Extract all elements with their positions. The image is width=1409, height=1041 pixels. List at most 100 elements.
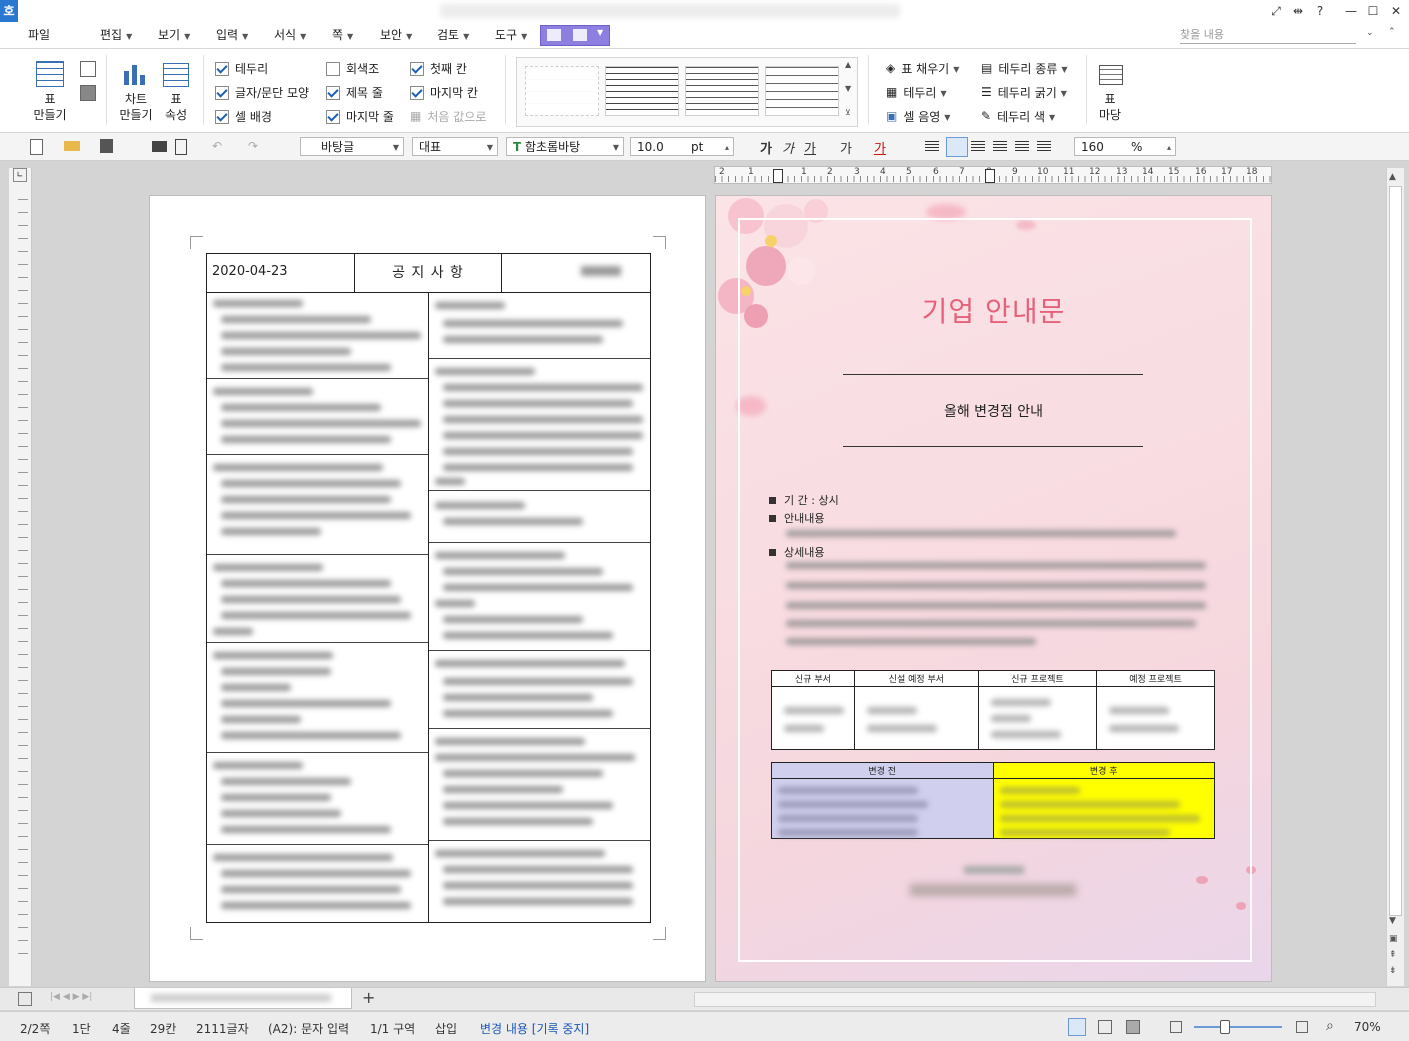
table-make-label[interactable]: 표 만들기 xyxy=(30,91,70,123)
table-madang-icon[interactable] xyxy=(1099,65,1123,85)
split-icon[interactable]: ⇹ xyxy=(1287,3,1309,19)
border-button[interactable]: ▦ 테두리 ▼ xyxy=(886,84,947,102)
menu-tools[interactable]: 도구 ▼ xyxy=(495,26,527,44)
font-select[interactable]: T 함초롬바탕 ▼ xyxy=(506,137,624,156)
gallery-up-icon[interactable]: ▲ xyxy=(845,60,851,69)
language-select[interactable]: 대표 ▼ xyxy=(412,137,498,156)
border-weight-button[interactable]: ☰ 테두리 굵기 ▼ xyxy=(981,84,1067,102)
status-zoom[interactable]: 70% xyxy=(1354,1020,1381,1034)
align-left-icon[interactable] xyxy=(946,137,968,157)
check-char-para[interactable]: 글자/문단 모양 xyxy=(215,84,309,101)
department-table[interactable]: 신규 부서 신설 예정 부서 신규 프로젝트 예정 프로젝트 xyxy=(771,670,1216,750)
bold-button[interactable]: 가 xyxy=(760,138,772,157)
menu-view[interactable]: 보기 ▼ xyxy=(158,26,190,44)
save-icon[interactable] xyxy=(100,139,113,153)
table-style-4[interactable] xyxy=(765,66,839,116)
ribbon-collapse-icon[interactable]: ⌃ xyxy=(1388,27,1396,37)
add-tab-icon[interactable]: + xyxy=(362,988,375,1007)
menu-page[interactable]: 쪽 ▼ xyxy=(332,26,353,44)
undo-icon[interactable]: ↶ xyxy=(212,139,222,153)
border-type-button[interactable]: ▤ 테두리 종류 ▼ xyxy=(981,60,1068,78)
distribute-icon[interactable] xyxy=(1015,141,1029,151)
check-title-row[interactable]: 제목 줄 xyxy=(326,84,383,101)
line-spacing-input[interactable]: 160% ▴ xyxy=(1074,137,1176,156)
zoom-slider-thumb[interactable] xyxy=(1220,1020,1230,1034)
italic-button[interactable]: 가 xyxy=(782,138,794,157)
table-design-tab[interactable]: ▼ xyxy=(540,25,610,46)
menu-format[interactable]: 서식 ▼ xyxy=(274,26,306,44)
checkbox-icon[interactable] xyxy=(326,109,340,124)
table-style-2[interactable] xyxy=(605,66,679,116)
open-folder-icon[interactable] xyxy=(64,141,80,151)
underline-button[interactable]: 가 xyxy=(804,138,816,157)
style-select[interactable]: 바탕글 ▼ xyxy=(300,137,404,156)
change-table[interactable]: 변경 전 변경 후 xyxy=(771,762,1215,839)
check-cell-bg[interactable]: 셀 배경 xyxy=(215,108,272,125)
tab-nav-icons[interactable]: |◀ ◀ ▶ ▶| xyxy=(50,992,92,1002)
notice-table[interactable]: 2020-04-23 공 지 사 항 xyxy=(206,253,651,923)
status-track-changes[interactable]: 변경 내용 [기록 중지] xyxy=(480,1020,589,1037)
chart-icon[interactable] xyxy=(124,63,148,85)
menu-edit[interactable]: 편집 ▼ xyxy=(100,26,132,44)
strikethrough-button[interactable]: 가 xyxy=(840,138,852,157)
align-right-icon[interactable] xyxy=(993,141,1007,151)
check-first-col[interactable]: 첫째 칸 xyxy=(410,60,467,77)
zoom-slider[interactable] xyxy=(1194,1026,1282,1028)
scroll-up-icon[interactable]: ▲ xyxy=(1389,172,1396,182)
horizontal-ruler[interactable]: 2 1 1 2 3 4 5 6 7 8 9 10 11 12 13 14 15 … xyxy=(714,166,1272,184)
page-flyer[interactable]: 기업 안내문 올해 변경점 안내 기 간 : 상시 안내내용 상세내용 신규 부… xyxy=(715,195,1272,982)
horizontal-scrollbar[interactable] xyxy=(694,992,1376,1007)
zoom-out-icon[interactable] xyxy=(1170,1021,1182,1033)
indent-marker-icon[interactable] xyxy=(773,169,783,183)
checkbox-icon[interactable] xyxy=(215,85,229,100)
scroll-down-icon[interactable]: ▼ xyxy=(1389,916,1396,926)
next-page-icon[interactable]: ⇟ xyxy=(1389,966,1397,976)
table-madang-label[interactable]: 표 마당 xyxy=(1092,91,1128,123)
check-last-col[interactable]: 마지막 칸 xyxy=(410,84,478,101)
document-tab[interactable] xyxy=(134,988,352,1009)
view-fit-page-icon[interactable] xyxy=(1126,1020,1140,1034)
redo-icon[interactable]: ↷ xyxy=(248,139,258,153)
check-border[interactable]: 테두리 xyxy=(215,60,268,77)
page-notice[interactable]: 2020-04-23 공 지 사 항 xyxy=(149,195,706,982)
cell-shade-button[interactable]: ▣ 셀 음영 ▼ xyxy=(886,108,950,126)
gallery-more-icon[interactable]: ⊻ xyxy=(845,108,851,117)
view-fit-width-icon[interactable] xyxy=(1098,1020,1112,1034)
checkbox-icon[interactable] xyxy=(215,109,229,124)
table-icon[interactable] xyxy=(36,61,64,87)
app-logo-icon[interactable]: 호 xyxy=(0,0,18,22)
menu-insert[interactable]: 입력 ▼ xyxy=(216,26,248,44)
print-icon[interactable] xyxy=(152,141,167,152)
align-center-icon[interactable] xyxy=(971,141,985,151)
table-style-3[interactable] xyxy=(685,66,759,116)
vertical-scrollbar[interactable]: ▲ ▼ ▣ ⇞ ⇟ xyxy=(1386,168,1404,986)
view-normal-icon[interactable] xyxy=(1068,1018,1086,1036)
checkbox-icon[interactable] xyxy=(326,61,340,76)
find-down-icon[interactable]: ⌄ xyxy=(1366,28,1374,38)
menu-security[interactable]: 보안 ▼ xyxy=(380,26,412,44)
new-doc-icon[interactable] xyxy=(30,139,43,155)
check-last-row[interactable]: 마지막 줄 xyxy=(326,108,394,125)
chart-make-label[interactable]: 차트 만들기 xyxy=(116,91,156,123)
checkbox-icon[interactable] xyxy=(215,61,229,76)
checkbox-icon[interactable] xyxy=(326,85,340,100)
magnifier-icon[interactable]: ⌕ xyxy=(1326,1018,1334,1034)
status-insert[interactable]: 삽입 xyxy=(435,1020,457,1037)
find-input[interactable]: 찾을 내용 xyxy=(1180,27,1356,44)
table-fill-button[interactable]: ◈ 표 채우기 ▼ xyxy=(886,60,959,78)
minimize-icon[interactable]: — xyxy=(1340,3,1362,19)
scroll-thumb[interactable] xyxy=(1389,186,1402,916)
menu-review[interactable]: 검토 ▼ xyxy=(437,26,469,44)
checkbox-icon[interactable] xyxy=(410,85,424,100)
divide-icon[interactable] xyxy=(1037,141,1051,151)
table-style-1[interactable] xyxy=(525,66,599,116)
page-up-icon[interactable]: ▣ xyxy=(1389,934,1398,944)
menu-file[interactable]: 파일 xyxy=(28,26,50,44)
font-size-input[interactable]: 10.0 pt ▴ xyxy=(630,137,734,156)
gallery-down-icon[interactable]: ▼ xyxy=(845,84,851,93)
help-icon[interactable]: ? xyxy=(1309,3,1331,19)
border-color-button[interactable]: ✎ 테두리 색 ▼ xyxy=(981,108,1055,126)
table-props-label[interactable]: 표 속성 xyxy=(158,91,194,123)
preview-icon[interactable] xyxy=(175,139,187,155)
ruler-corner-icon[interactable]: ∟ xyxy=(13,168,27,182)
